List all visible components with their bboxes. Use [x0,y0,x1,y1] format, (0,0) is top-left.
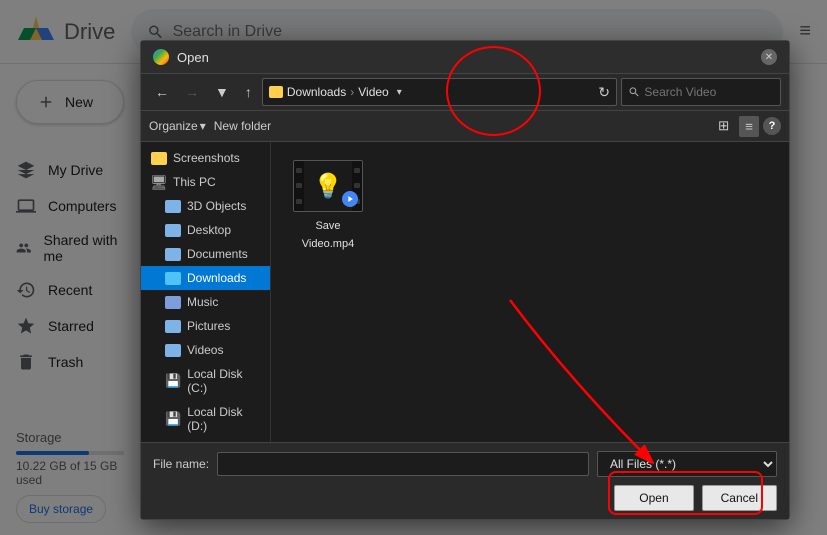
play-icon [345,194,355,204]
file-open-dialog: Open ✕ ← → ▼ ↑ Downloads › Video ▾ ↻ [140,40,790,520]
toolbar2-right: ⊞ ≡ ? [712,115,781,137]
open-button[interactable]: Open [614,485,693,511]
dialog-content: 💡 Save Video.mp4 [271,142,789,442]
back-button[interactable]: ← [149,80,175,104]
address-bar[interactable]: Downloads › Video ▾ ↻ [262,78,617,106]
local-d-icon: 💾 [165,411,181,427]
play-button-overlay [342,191,358,207]
recent-button[interactable]: ▼ [209,80,235,104]
sidebar-documents[interactable]: Documents [141,242,270,266]
film-hole [296,199,302,204]
dialog-bottom-bar: File name: All Files (*.*) Video Files M… [141,442,789,519]
sidebar-local-d[interactable]: 💾 Local Disk (D:) [141,400,270,438]
address-separator: › [350,85,354,99]
sidebar-local-c[interactable]: 💾 Local Disk (C:) [141,362,270,400]
organize-arrow: ▾ [200,119,206,133]
cancel-button[interactable]: Cancel [702,485,777,511]
sidebar-local-d-label: Local Disk (D:) [187,405,260,433]
file-name-label-text: File name: [153,457,209,471]
music-icon [165,296,181,309]
dialog-titlebar: Open ✕ [141,41,789,74]
file-thumbnail: 💡 [293,160,363,212]
dialog-navigation-toolbar: ← → ▼ ↑ Downloads › Video ▾ ↻ [141,74,789,111]
view-list-button[interactable]: ⊞ [712,115,735,137]
file-name-row: File name: All Files (*.*) Video Files M… [153,451,777,477]
sidebar-3d-objects[interactable]: 3D Objects [141,194,270,218]
address-refresh-button[interactable]: ↻ [598,84,610,101]
address-path-downloads: Downloads [287,85,346,99]
dialog-close-button[interactable]: ✕ [761,49,777,65]
organize-button[interactable]: Organize ▾ [149,119,206,133]
sidebar-desktop-label: Desktop [187,223,231,237]
film-hole [354,183,360,188]
view-grid-button[interactable]: ≡ [739,116,759,137]
film-hole [296,183,302,188]
desktop-icon [165,224,181,237]
sidebar-local-c-label: Local Disk (C:) [187,367,260,395]
film-hole [296,168,302,173]
dialog-search-input[interactable] [644,85,774,99]
sidebar-this-pc[interactable]: 🖥 This PC [141,170,270,194]
new-folder-button[interactable]: New folder [214,119,271,133]
file-item-save-video[interactable]: 💡 Save Video.mp4 [283,154,373,258]
forward-button[interactable]: → [179,80,205,104]
documents-icon [165,248,181,261]
sidebar-videos-label: Videos [187,343,223,357]
organize-toolbar: Organize ▾ New folder ⊞ ≡ ? [141,111,789,142]
pc-icon: 🖥 [151,175,167,189]
sidebar-music-label: Music [187,295,218,309]
sidebar-downloads[interactable]: Downloads [141,266,270,290]
3d-objects-icon [165,200,181,213]
sidebar-pictures-label: Pictures [187,319,230,333]
search-box[interactable] [621,78,781,106]
sidebar-screenshots-label: Screenshots [173,151,240,165]
drive-background: Drive ≡ New My Drive Computers [0,0,827,535]
sidebar-videos[interactable]: Videos [141,338,270,362]
sidebar-music[interactable]: Music [141,290,270,314]
screenshots-folder-icon [151,152,167,165]
sidebar-this-pc-label: This PC [173,175,216,189]
dialog-sidebar: Screenshots 🖥 This PC 3D Objects Desktop… [141,142,271,442]
sidebar-3d-label: 3D Objects [187,199,246,213]
sidebar-downloads-label: Downloads [187,271,246,285]
dialog-favicon [153,49,169,65]
sidebar-desktop[interactable]: Desktop [141,218,270,242]
local-c-icon: 💾 [165,373,181,389]
organize-label: Organize [149,119,198,133]
sidebar-screenshots[interactable]: Screenshots [141,146,270,170]
up-button[interactable]: ↑ [239,80,258,104]
film-hole [354,168,360,173]
film-strip-left [294,161,304,211]
file-name-input[interactable] [217,452,589,476]
address-path-video: Video [358,85,388,99]
file-type-select[interactable]: All Files (*.*) Video Files MP4 Files [597,451,777,477]
address-dropdown-button[interactable]: ▾ [397,87,402,98]
address-folder-icon [269,86,283,98]
dialog-action-row: Open Cancel [153,485,777,511]
help-button[interactable]: ? [763,117,781,135]
sidebar-documents-label: Documents [187,247,248,261]
sidebar-pictures[interactable]: Pictures [141,314,270,338]
dialog-search-icon [628,85,640,99]
videos-folder-icon [165,344,181,357]
bulb-emoji: 💡 [313,172,343,201]
file-name-label: Save Video.mp4 [302,220,354,250]
dialog-body: Screenshots 🖥 This PC 3D Objects Desktop… [141,142,789,442]
pictures-icon [165,320,181,333]
dialog-title: Open [177,50,753,65]
downloads-icon [165,272,181,285]
